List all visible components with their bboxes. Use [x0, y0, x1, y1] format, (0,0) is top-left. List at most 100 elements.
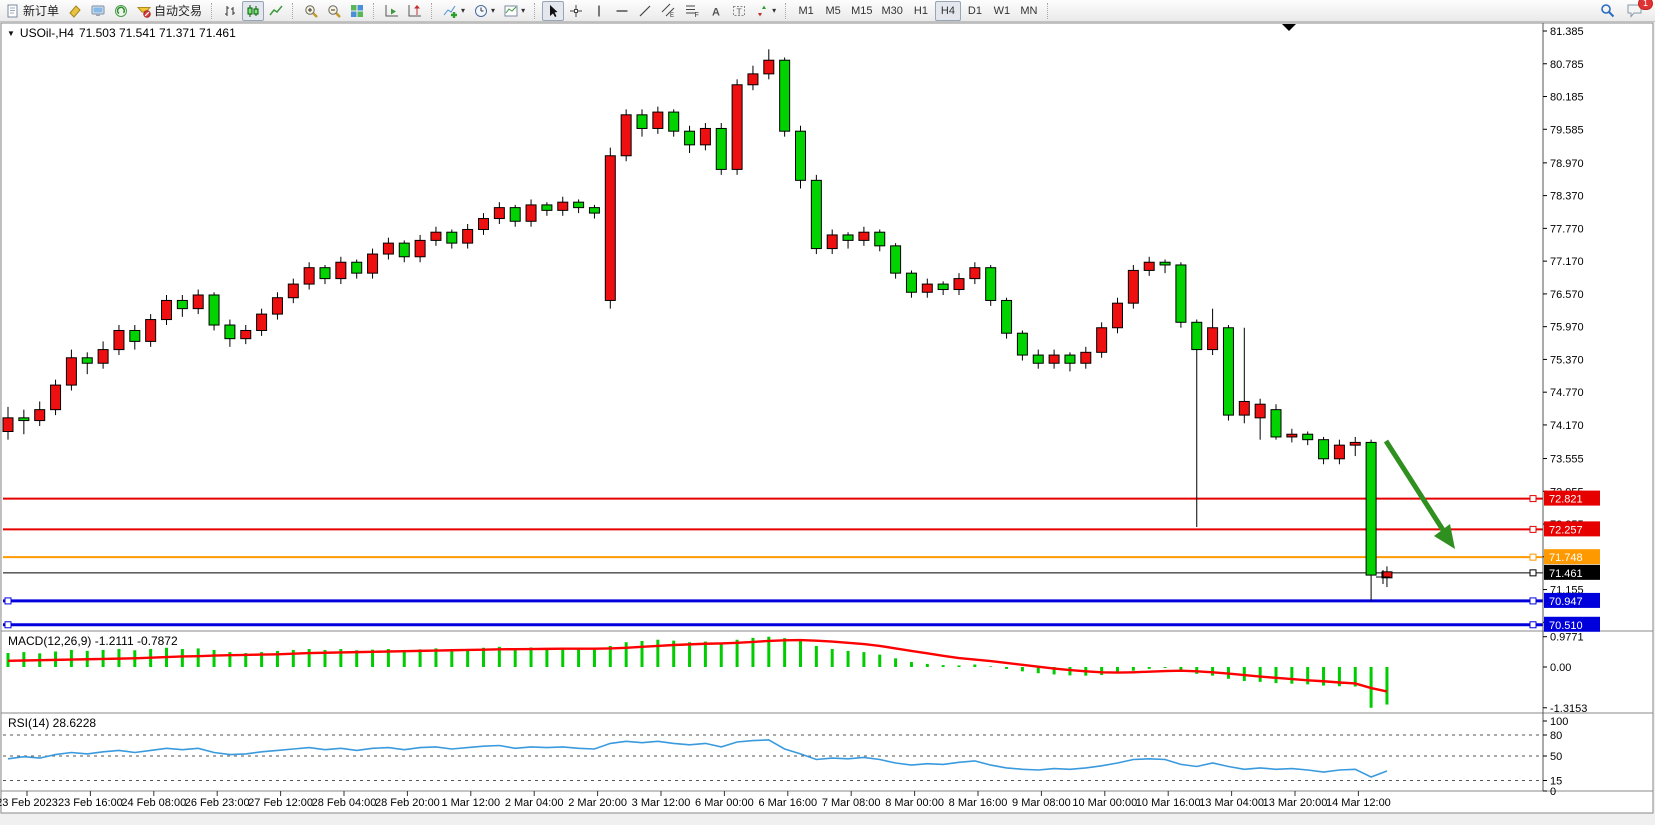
arrows-button[interactable]: ▾: [751, 1, 780, 21]
time-axis-label[interactable]: 10 Mar 00:00: [1072, 797, 1137, 809]
chart-shift-button[interactable]: [404, 1, 426, 21]
line-anchor-handle[interactable]: [1530, 570, 1536, 576]
text-button[interactable]: A: [705, 1, 727, 21]
candle-body: [1366, 442, 1376, 575]
toolbar-separator: [1047, 3, 1050, 19]
auto-scroll-button[interactable]: [381, 1, 403, 21]
period-button[interactable]: ▾: [470, 1, 499, 21]
time-axis-label[interactable]: 14 Mar 12:00: [1326, 797, 1391, 809]
time-axis-label[interactable]: 26 Feb 23:00: [185, 797, 250, 809]
candle-body: [193, 295, 203, 309]
time-axis-label[interactable]: 6 Mar 16:00: [758, 797, 817, 809]
time-axis-label[interactable]: 24 Feb 08:00: [121, 797, 186, 809]
bar-chart-button[interactable]: [219, 1, 241, 21]
zoom-in-button[interactable]: [300, 1, 322, 21]
dropdown-caret-icon[interactable]: ▾: [772, 7, 776, 15]
new-order-button[interactable]: 新订单: [2, 1, 63, 21]
crosshair-button[interactable]: [565, 1, 587, 21]
text-label-button[interactable]: T: [728, 1, 750, 21]
timeframe-m5-button[interactable]: M5: [820, 1, 846, 21]
signals-button[interactable]: [110, 1, 132, 21]
timeframe-m15-button[interactable]: M15: [847, 1, 876, 21]
dropdown-caret-icon[interactable]: ▾: [521, 7, 525, 15]
time-axis-label[interactable]: 10 Mar 16:00: [1136, 797, 1201, 809]
time-axis-label[interactable]: 23 Feb 16:00: [58, 797, 123, 809]
symbol-dropdown-icon[interactable]: ▼: [7, 29, 15, 38]
line-anchor-handle[interactable]: [1530, 598, 1536, 604]
line-anchor-handle[interactable]: [1530, 622, 1536, 628]
time-axis-label[interactable]: 13 Mar 04:00: [1199, 797, 1264, 809]
cursor-button[interactable]: [542, 1, 564, 21]
channel-button[interactable]: E: [657, 1, 680, 21]
candle-body: [1049, 355, 1059, 363]
candle-body: [368, 254, 378, 273]
candle-body: [748, 74, 758, 85]
time-axis-label[interactable]: 6 Mar 00:00: [695, 797, 754, 809]
time-axis-label[interactable]: 28 Feb 20:00: [375, 797, 440, 809]
timeframe-mn-button[interactable]: MN: [1016, 1, 1042, 21]
chart-canvas[interactable]: 81.38580.78580.18579.58578.97078.37077.7…: [0, 0, 1655, 825]
line-anchor-handle[interactable]: [5, 598, 11, 604]
timeframe-d1-button[interactable]: D1: [962, 1, 988, 21]
candle-body: [447, 232, 457, 243]
trendline-icon: [638, 4, 652, 18]
timeframe-h4-button[interactable]: H4: [935, 1, 961, 21]
search-button[interactable]: [1596, 1, 1619, 21]
template-button[interactable]: ▾: [500, 1, 529, 21]
line-anchor-handle[interactable]: [1530, 496, 1536, 502]
price-badge-label: 70.947: [1549, 596, 1583, 608]
candle-body: [589, 208, 599, 213]
candle-body: [304, 268, 314, 284]
rsi-tick-label: 50: [1550, 751, 1562, 763]
yellow-cube-button[interactable]: [64, 1, 86, 21]
fibonacci-button[interactable]: F: [681, 1, 704, 21]
time-axis-label[interactable]: 8 Mar 00:00: [885, 797, 944, 809]
candle-body: [1081, 352, 1091, 363]
candlestick-chart-button[interactable]: [242, 1, 264, 21]
horizontal-line-button[interactable]: [611, 1, 633, 21]
candle-body: [811, 180, 821, 248]
price-badge-label: 72.821: [1549, 494, 1583, 506]
candle-body: [1065, 355, 1075, 363]
time-axis-label[interactable]: 13 Mar 20:00: [1263, 797, 1328, 809]
line-anchor-handle[interactable]: [1530, 526, 1536, 532]
autotrade-button[interactable]: 自动交易: [133, 1, 206, 21]
candle-body: [859, 232, 869, 240]
dropdown-caret-icon[interactable]: ▾: [461, 7, 465, 15]
zoom-out-button[interactable]: [323, 1, 345, 21]
time-axis-label[interactable]: 23 Feb 2023: [0, 797, 58, 809]
time-axis-label[interactable]: 9 Mar 08:00: [1012, 797, 1071, 809]
toolbar-separator: [785, 3, 788, 19]
time-axis-label[interactable]: 3 Mar 12:00: [632, 797, 691, 809]
svg-text:A: A: [712, 6, 720, 18]
time-axis-label[interactable]: 1 Mar 12:00: [441, 797, 500, 809]
candle-body: [574, 202, 584, 207]
candle-body: [621, 115, 631, 156]
time-axis-label[interactable]: 7 Mar 08:00: [822, 797, 881, 809]
chat-button[interactable]: 1: [1623, 1, 1647, 21]
time-axis-label[interactable]: 27 Feb 12:00: [248, 797, 313, 809]
candle-body: [906, 273, 916, 292]
indicators-button[interactable]: ▾: [439, 1, 469, 21]
bar-chart-icon: [223, 4, 237, 18]
line-anchor-handle[interactable]: [1530, 554, 1536, 560]
timeframe-h1-button[interactable]: H1: [908, 1, 934, 21]
chart-window[interactable]: [1, 23, 1653, 813]
dropdown-caret-icon[interactable]: ▾: [491, 7, 495, 15]
vertical-line-button[interactable]: [588, 1, 610, 21]
time-axis-label[interactable]: 2 Mar 20:00: [568, 797, 627, 809]
timeframe-w1-button[interactable]: W1: [989, 1, 1015, 21]
line-chart-button[interactable]: [265, 1, 287, 21]
candle-body: [257, 314, 267, 330]
time-axis-label[interactable]: 2 Mar 04:00: [505, 797, 564, 809]
timeframe-m30-button[interactable]: M30: [878, 1, 907, 21]
toolbar-separator: [534, 3, 537, 19]
line-anchor-handle[interactable]: [5, 622, 11, 628]
trendline-button[interactable]: [634, 1, 656, 21]
timeframe-m1-button[interactable]: M1: [793, 1, 819, 21]
candle-body: [225, 325, 235, 339]
tile-windows-button[interactable]: [346, 1, 368, 21]
time-axis-label[interactable]: 28 Feb 04:00: [312, 797, 377, 809]
terminal-button[interactable]: [87, 1, 109, 21]
time-axis-label[interactable]: 8 Mar 16:00: [949, 797, 1008, 809]
